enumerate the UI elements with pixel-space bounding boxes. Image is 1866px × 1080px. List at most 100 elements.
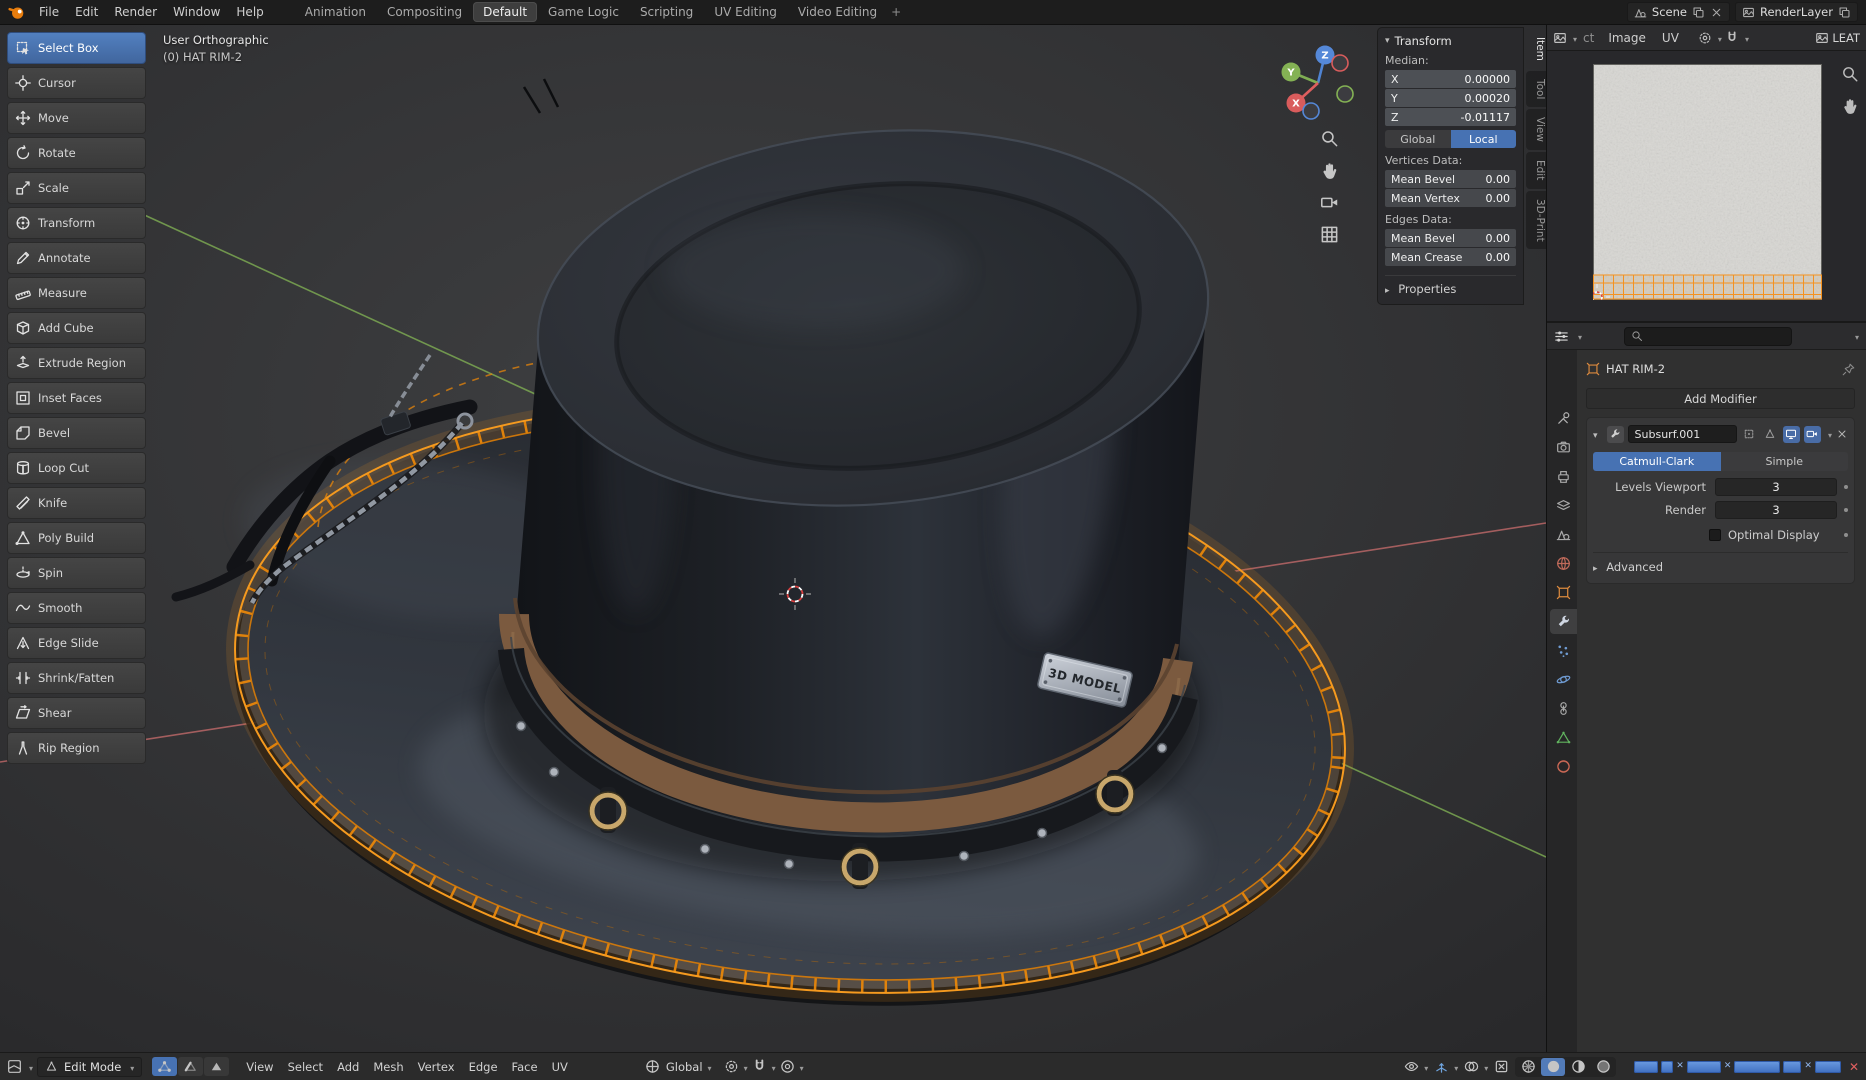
properties-tab-constraints-icon[interactable] (1550, 696, 1577, 721)
tool-rotate[interactable]: Rotate (7, 137, 146, 169)
tool-transform[interactable]: Transform (7, 207, 146, 239)
workspace-tab-uv-editing[interactable]: UV Editing (704, 2, 787, 22)
modifier-extras-chevron[interactable] (1825, 427, 1832, 441)
pin-icon[interactable] (1842, 363, 1855, 376)
search-input[interactable] (1624, 326, 1793, 346)
catmull-clark-button[interactable]: Catmull-Clark (1593, 452, 1721, 471)
strip-x-icon[interactable]: ✕ (1804, 1062, 1812, 1071)
properties-tab-view-layer-icon[interactable] (1550, 493, 1577, 518)
vertex-field-mean-vertex[interactable]: Mean Vertex 0.00 (1385, 189, 1516, 207)
workspace-tab-video-editing[interactable]: Video Editing (788, 2, 887, 22)
median-y-field[interactable]: Y 0.00020 (1385, 89, 1516, 107)
editmode-toggle-icon[interactable] (1762, 426, 1779, 443)
gizmo-x-neg[interactable] (1331, 54, 1349, 72)
uv-menu-uv[interactable]: UV (1654, 28, 1687, 48)
median-x-field[interactable]: X 0.00000 (1385, 70, 1516, 88)
scene-selector[interactable]: Scene (1626, 2, 1730, 22)
edge-select-mode[interactable] (178, 1057, 204, 1076)
advanced-subpanel[interactable]: Advanced (1593, 552, 1848, 574)
tool-bevel[interactable]: Bevel (7, 417, 146, 449)
tool-shrink-fatten[interactable]: Shrink/Fatten (7, 662, 146, 694)
properties-tab-world-icon[interactable] (1550, 551, 1577, 576)
tool-edge-slide[interactable]: Edge Slide (7, 627, 146, 659)
tool-poly-build[interactable]: Poly Build (7, 522, 146, 554)
workspace-tab-default[interactable]: Default (473, 2, 538, 22)
realtime-toggle-icon[interactable] (1782, 425, 1800, 443)
new-scene-icon[interactable] (1692, 6, 1705, 19)
transform-panel-header[interactable]: Transform (1385, 34, 1516, 48)
blender-logo[interactable] (8, 3, 26, 21)
shading-material[interactable] (1566, 1058, 1590, 1076)
viewport-menu-face[interactable]: Face (505, 1058, 545, 1076)
viewport-menu-vertex[interactable]: Vertex (411, 1058, 462, 1076)
tool-cursor[interactable]: Cursor (7, 67, 146, 99)
sidebar-tab-view[interactable]: View (1526, 109, 1546, 151)
strip-segment[interactable] (1783, 1060, 1802, 1073)
unlink-scene-icon[interactable] (1710, 6, 1723, 19)
modifier-close-icon[interactable] (1836, 428, 1848, 440)
tool-move[interactable]: Move (7, 102, 146, 134)
animate-dot[interactable] (1844, 533, 1848, 537)
pivot-dropdown[interactable] (724, 1059, 748, 1074)
image-datablock-icon[interactable] (1815, 31, 1829, 45)
properties-tab-output-icon[interactable] (1550, 464, 1577, 489)
sidebar-tab-item[interactable]: Item (1526, 29, 1546, 69)
properties-tab-scene-icon[interactable] (1550, 522, 1577, 547)
median-z-field[interactable]: Z -0.01117 (1385, 108, 1516, 126)
viewport-menu-add[interactable]: Add (330, 1058, 366, 1076)
uv-pan-icon[interactable] (1841, 97, 1859, 115)
pan-hand-icon[interactable] (1320, 161, 1339, 180)
filter-chevron[interactable] (1852, 329, 1859, 343)
properties-tab-tool-icon[interactable] (1550, 406, 1577, 431)
renderlayer-selector[interactable]: RenderLayer (1734, 2, 1858, 22)
properties-tab-particles-icon[interactable] (1550, 638, 1577, 663)
tool-annotate[interactable]: Annotate (7, 242, 146, 274)
properties-editor-icon[interactable] (1554, 329, 1569, 344)
workspace-tab-compositing[interactable]: Compositing (377, 2, 472, 22)
menu-file[interactable]: File (31, 2, 67, 22)
workspace-tab-scripting[interactable]: Scripting (630, 2, 703, 22)
menu-help[interactable]: Help (228, 2, 271, 22)
render-field[interactable]: 3 (1715, 500, 1837, 519)
pivot-icon[interactable] (1698, 31, 1712, 45)
local-button[interactable]: Local (1450, 130, 1516, 148)
strip-segment[interactable] (1634, 1060, 1659, 1073)
viewport-3d[interactable]: 3D MODEL Select Box Cursor Move Rotate S… (0, 25, 1546, 1052)
viewport-menu-uv[interactable]: UV (545, 1058, 575, 1076)
strip-segment[interactable] (1661, 1060, 1674, 1073)
optimal-display-checkbox[interactable] (1709, 529, 1721, 541)
gizmo-z-neg[interactable] (1302, 102, 1320, 120)
shading-solid[interactable] (1541, 1057, 1566, 1076)
tool-spin[interactable]: Spin (7, 557, 146, 589)
close-x-icon[interactable]: ✕ (1849, 1061, 1859, 1073)
xray-toggle-icon[interactable] (1494, 1059, 1509, 1074)
tool-scale[interactable]: Scale (7, 172, 146, 204)
sidebar-tab-tool[interactable]: Tool (1526, 70, 1546, 108)
properties-tab-physics-icon[interactable] (1550, 667, 1577, 692)
visibility-dropdown[interactable] (1404, 1059, 1428, 1074)
mode-dropdown[interactable]: Edit Mode (37, 1056, 143, 1077)
menu-window[interactable]: Window (165, 2, 228, 22)
cage-toggle-icon[interactable] (1741, 426, 1758, 443)
global-button[interactable]: Global (1385, 130, 1451, 148)
properties-tab-modifiers-icon[interactable] (1550, 609, 1577, 634)
strip-x-icon[interactable]: ✕ (1724, 1062, 1732, 1071)
modifier-name-field[interactable]: Subsurf.001 (1627, 425, 1737, 443)
properties-editor-chevron[interactable] (1575, 329, 1582, 343)
viewport-menu-edge[interactable]: Edge (462, 1058, 505, 1076)
viewport-canvas[interactable]: 3D MODEL (0, 25, 1546, 1052)
tool-extrude-region[interactable]: Extrude Region (7, 347, 146, 379)
edge-field-mean-bevel[interactable]: Mean Bevel 0.00 (1385, 229, 1516, 247)
levels-viewport-field[interactable]: 3 (1715, 477, 1837, 496)
tool-loop-cut[interactable]: Loop Cut (7, 452, 146, 484)
properties-subpanel[interactable]: Properties (1385, 275, 1516, 296)
properties-tab-render-icon[interactable] (1550, 435, 1577, 460)
simple-button[interactable]: Simple (1720, 452, 1848, 471)
properties-tab-material-icon[interactable] (1550, 754, 1577, 779)
tool-shear[interactable]: Shear (7, 697, 146, 729)
uv-zoom-icon[interactable] (1841, 65, 1859, 83)
sidebar-tab-3d-print[interactable]: 3D-Print (1526, 190, 1546, 250)
uv-image-preview[interactable] (1593, 64, 1822, 300)
gizmo-y-neg[interactable] (1336, 85, 1354, 103)
proportional-dropdown[interactable] (780, 1059, 804, 1074)
